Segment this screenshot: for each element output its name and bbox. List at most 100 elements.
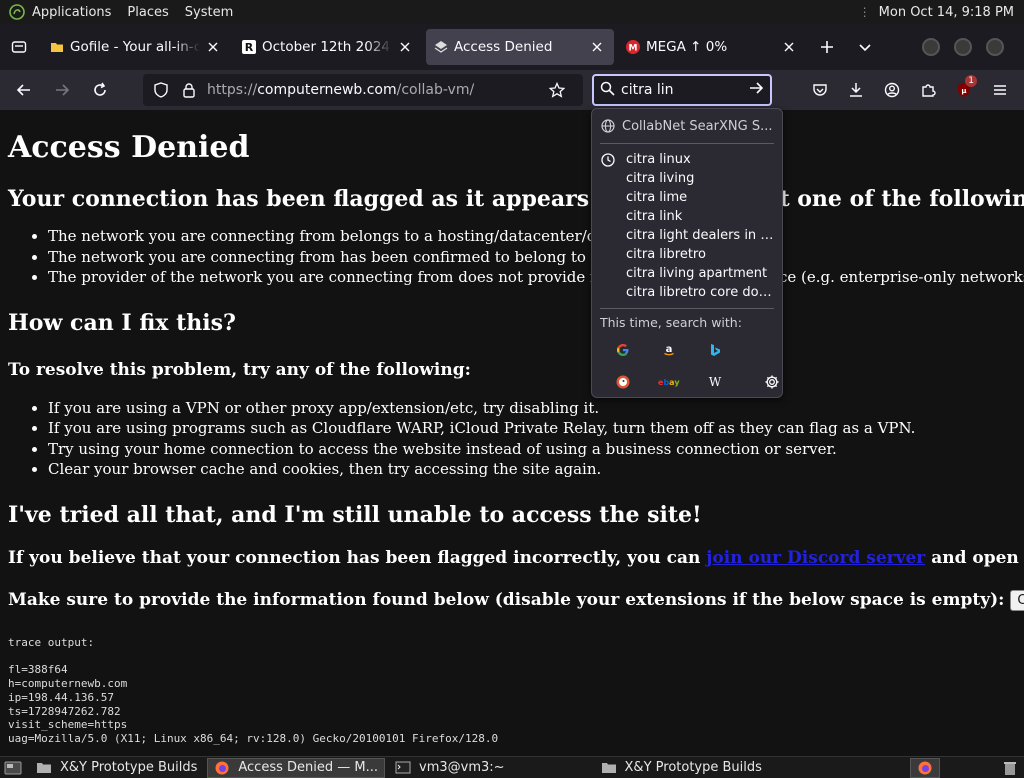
list-item: The provider of the network you are conn… — [48, 267, 1024, 288]
one-off-engines: a ebay W — [600, 334, 779, 398]
extension-badge: 1 — [965, 75, 977, 87]
suggestion-item[interactable]: citra living apartment — [600, 264, 774, 283]
firefox-view-icon — [11, 41, 27, 53]
search-suggestions-dropdown: CollabNet SearXNG S... citra linux citra… — [591, 108, 783, 398]
taskbar-item[interactable]: vm3@vm3:~ — [389, 758, 511, 778]
forward-button[interactable] — [44, 74, 80, 106]
search-bar[interactable] — [592, 74, 772, 106]
list-item: Try using your home connection to access… — [48, 439, 1024, 460]
close-icon[interactable] — [780, 38, 798, 56]
nav-bar: https://computernewb.com/collab-vm/ μ1 — [0, 70, 1024, 110]
menu-system[interactable]: System — [185, 5, 233, 20]
ublock-button[interactable]: μ1 — [946, 74, 982, 106]
bing-icon[interactable] — [692, 334, 738, 366]
show-desktop-button[interactable] — [0, 758, 26, 778]
globe-icon — [600, 119, 616, 133]
go-arrow-icon[interactable] — [749, 81, 764, 99]
list-item: The network you are connecting from has … — [48, 247, 1024, 268]
downloads-button[interactable] — [838, 74, 874, 106]
divider — [600, 143, 774, 144]
duckduckgo-icon[interactable] — [600, 366, 646, 398]
app-menu-button[interactable] — [982, 74, 1018, 106]
svg-text:ebay: ebay — [658, 378, 680, 387]
minimize-button[interactable] — [922, 38, 940, 56]
wikipedia-icon[interactable]: W — [692, 366, 738, 398]
suggestion-item[interactable]: citra libretro — [600, 245, 774, 264]
close-icon[interactable] — [588, 38, 606, 56]
search-input[interactable] — [621, 82, 749, 98]
list-item: If you are using a VPN or other proxy ap… — [48, 398, 1024, 419]
suggestion-item[interactable]: citra light dealers in hyderabad — [600, 226, 774, 245]
plus-icon — [821, 41, 833, 53]
tab-mega[interactable]: M MEGA ↑ 0% — [618, 29, 806, 65]
system-tray — [910, 757, 1024, 778]
menu-applications[interactable]: Applications — [32, 5, 111, 20]
tab-access-denied[interactable]: Access Denied — [426, 29, 614, 65]
suggestion-item[interactable]: citra linux — [600, 150, 774, 169]
resolve-heading: To resolve this problem, try any of the … — [8, 359, 471, 380]
reload-button[interactable] — [82, 74, 118, 106]
ebay-icon[interactable]: ebay — [646, 366, 692, 398]
trash-icon[interactable] — [1000, 759, 1020, 777]
workspace-firefox-icon[interactable] — [910, 757, 940, 778]
copy-to-clipboard-button[interactable]: Copy to clipboard — [1010, 589, 1024, 611]
search-settings-button[interactable] — [738, 366, 784, 398]
suggestion-item[interactable]: citra link — [600, 207, 774, 226]
reload-icon — [94, 82, 106, 96]
page-title: Access Denied — [8, 130, 250, 165]
account-button[interactable] — [874, 74, 910, 106]
pocket-icon — [813, 84, 827, 96]
maximize-button[interactable] — [954, 38, 972, 56]
url-bar[interactable]: https://computernewb.com/collab-vm/ — [143, 74, 583, 106]
distro-logo-icon[interactable] — [8, 3, 26, 21]
r-logo-icon: R — [242, 40, 256, 54]
tab-gofile[interactable]: Gofile - Your all-in-one — [42, 29, 230, 65]
current-search-engine[interactable]: CollabNet SearXNG S... — [600, 115, 774, 137]
criteria-list: The network you are connecting from belo… — [48, 226, 1024, 288]
divider — [600, 308, 774, 309]
suggestion-item[interactable]: citra libretro core download — [600, 283, 774, 302]
url-text: https://computernewb.com/collab-vm/ — [207, 82, 475, 98]
taskbar-item[interactable]: Access Denied — M... — [207, 757, 385, 778]
menu-places[interactable]: Places — [127, 5, 168, 20]
tab-october[interactable]: R October 12th 2024 Fre — [234, 29, 422, 65]
new-tab-button[interactable] — [810, 30, 844, 64]
firefox-view-button[interactable] — [0, 24, 38, 70]
amazon-icon[interactable]: a — [646, 334, 692, 366]
pocket-button[interactable] — [802, 74, 838, 106]
gofile-icon — [50, 40, 64, 54]
google-icon[interactable] — [600, 334, 646, 366]
page-content: Access Denied Your connection has been f… — [0, 110, 1024, 756]
mega-icon: M — [626, 40, 640, 54]
close-window-button[interactable] — [986, 38, 1004, 56]
tab-strip: Gofile - Your all-in-one R October 12th … — [0, 24, 1024, 70]
folder-icon — [601, 761, 617, 775]
arrow-left-icon — [16, 84, 30, 96]
close-icon[interactable] — [204, 38, 222, 56]
toolbar-right: μ1 — [802, 74, 1024, 106]
bookmark-star-icon[interactable] — [547, 82, 567, 98]
close-icon[interactable] — [396, 38, 414, 56]
clock[interactable]: Mon Oct 14, 9:18 PM — [879, 5, 1014, 20]
panel-handle-icon: ⋮ — [858, 5, 871, 19]
suggestion-item[interactable]: citra lime — [600, 188, 774, 207]
tab-title: October 12th 2024 Fre — [262, 39, 392, 55]
taskbar: X&Y Prototype Builds Access Denied — M..… — [0, 756, 1024, 778]
lock-icon[interactable] — [179, 82, 199, 98]
suggestion-item[interactable]: citra living — [600, 169, 774, 188]
fixes-list: If you are using a VPN or other proxy ap… — [48, 398, 1024, 480]
shield-icon[interactable] — [151, 82, 171, 98]
trace-output: trace output: fl=388f64 h=computernewb.com… — [8, 635, 499, 746]
search-icon — [600, 81, 615, 100]
list-item: If you are using programs such as Cloudf… — [48, 418, 1024, 439]
taskbar-item[interactable]: X&Y Prototype Builds — [595, 758, 768, 778]
extensions-button[interactable] — [910, 74, 946, 106]
collabvm-icon — [434, 40, 448, 54]
taskbar-item[interactable]: X&Y Prototype Builds — [30, 758, 203, 778]
search-with-label: This time, search with: — [600, 315, 742, 330]
list-all-tabs-button[interactable] — [848, 30, 882, 64]
tab-title: MEGA ↑ 0% — [646, 39, 728, 55]
flagged-heading: Your connection has been flagged as it a… — [8, 186, 1024, 212]
discord-link[interactable]: join our Discord server — [706, 548, 925, 568]
back-button[interactable] — [6, 74, 42, 106]
